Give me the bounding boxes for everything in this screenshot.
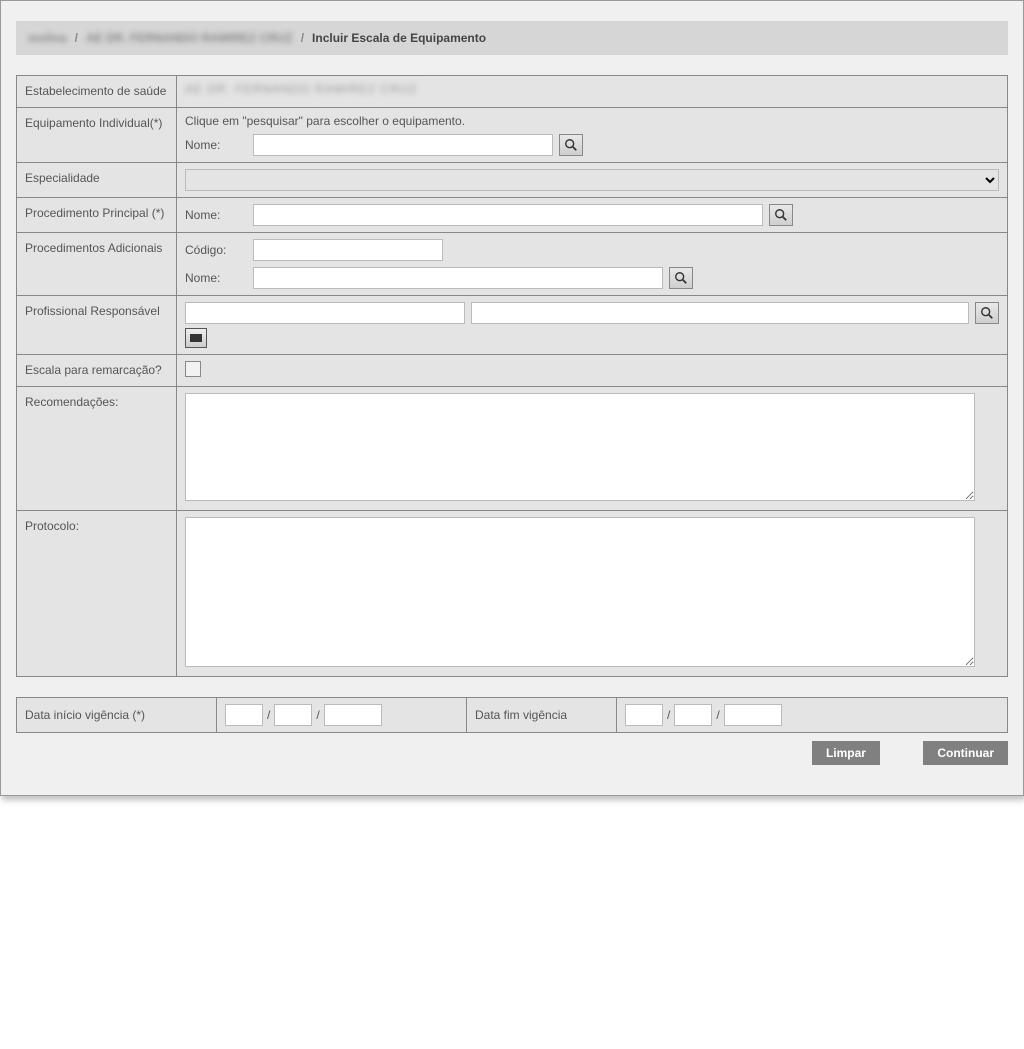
protocolo-textarea[interactable] [185,517,975,667]
breadcrumb-item-2[interactable]: AE DR. FERNANDO RAMIREZ CRUZ [86,31,293,45]
limpar-button[interactable]: Limpar [812,741,880,765]
cell-equipamento: Clique em "pesquisar" para escolher o eq… [177,108,1008,163]
cell-protocolo [177,511,1008,677]
cell-escala-remarcacao [177,355,1008,387]
breadcrumb-sep: / [301,31,304,45]
window-icon [190,334,202,342]
label-equipamento: Equipamento Individual(*) [17,108,177,163]
sublabel-codigo: Código: [185,243,247,257]
breadcrumb-item-1[interactable]: molina [28,31,67,45]
sublabel-nome: Nome: [185,271,247,285]
escala-remarcacao-checkbox[interactable] [185,361,201,377]
equip-search-button[interactable] [559,134,583,156]
search-icon [980,306,994,320]
especialidade-select[interactable] [185,169,999,191]
proc-adic-nome-input[interactable] [253,267,663,289]
data-fim-day[interactable] [625,704,663,726]
sublabel-nome: Nome: [185,208,247,222]
data-fim-month[interactable] [674,704,712,726]
main-form-table: Estabelecimento de saúde AE DR. FERNANDO… [16,75,1008,677]
date-sep: / [667,708,670,722]
data-inicio-year[interactable] [324,704,382,726]
label-profissional: Profissional Responsável [17,296,177,355]
profissional-input-a[interactable] [185,302,465,324]
date-sep: / [316,708,319,722]
breadcrumb: molina / AE DR. FERNANDO RAMIREZ CRUZ / … [16,21,1008,55]
label-protocolo: Protocolo: [17,511,177,677]
breadcrumb-current: Incluir Escala de Equipamento [312,31,486,45]
cell-data-inicio: / / [217,698,467,733]
proc-principal-nome-input[interactable] [253,204,763,226]
button-bar: Limpar Continuar [16,741,1008,765]
proc-adic-codigo-input[interactable] [253,239,443,261]
data-inicio-month[interactable] [274,704,312,726]
search-icon [674,271,688,285]
value-estabelecimento: AE DR. FERNANDO RAMIREZ CRUZ [177,76,1008,108]
proc-adic-search-button[interactable] [669,267,693,289]
dates-table: Data início vigência (*) / / Data fim vi… [16,697,1008,733]
cell-procedimentos-adicionais: Código: Nome: [177,233,1008,296]
label-data-inicio: Data início vigência (*) [17,698,217,733]
date-sep: / [267,708,270,722]
cell-procedimento-principal: Nome: [177,198,1008,233]
label-estabelecimento: Estabelecimento de saúde [17,76,177,108]
data-inicio-day[interactable] [225,704,263,726]
label-procedimentos-adicionais: Procedimentos Adicionais [17,233,177,296]
profissional-picker-button[interactable] [185,328,207,348]
continuar-button[interactable]: Continuar [923,741,1008,765]
recomendacoes-textarea[interactable] [185,393,975,501]
sublabel-nome: Nome: [185,138,247,152]
label-procedimento-principal: Procedimento Principal (*) [17,198,177,233]
breadcrumb-sep: / [75,31,78,45]
cell-profissional [177,296,1008,355]
label-data-fim: Data fim vigência [467,698,617,733]
cell-data-fim: / / [617,698,1008,733]
cell-recomendacoes [177,387,1008,511]
form-window: molina / AE DR. FERNANDO RAMIREZ CRUZ / … [0,0,1024,796]
proc-principal-search-button[interactable] [769,204,793,226]
search-icon [774,208,788,222]
profissional-search-button[interactable] [975,302,999,324]
search-icon [564,138,578,152]
date-sep: / [716,708,719,722]
equip-hint: Clique em "pesquisar" para escolher o eq… [185,114,999,128]
equip-nome-input[interactable] [253,134,553,156]
estabelecimento-text: AE DR. FERNANDO RAMIREZ CRUZ [185,82,418,96]
profissional-input-b[interactable] [471,302,969,324]
label-recomendacoes: Recomendações: [17,387,177,511]
label-especialidade: Especialidade [17,163,177,198]
label-escala-remarcacao: Escala para remarcação? [17,355,177,387]
cell-especialidade [177,163,1008,198]
data-fim-year[interactable] [724,704,782,726]
